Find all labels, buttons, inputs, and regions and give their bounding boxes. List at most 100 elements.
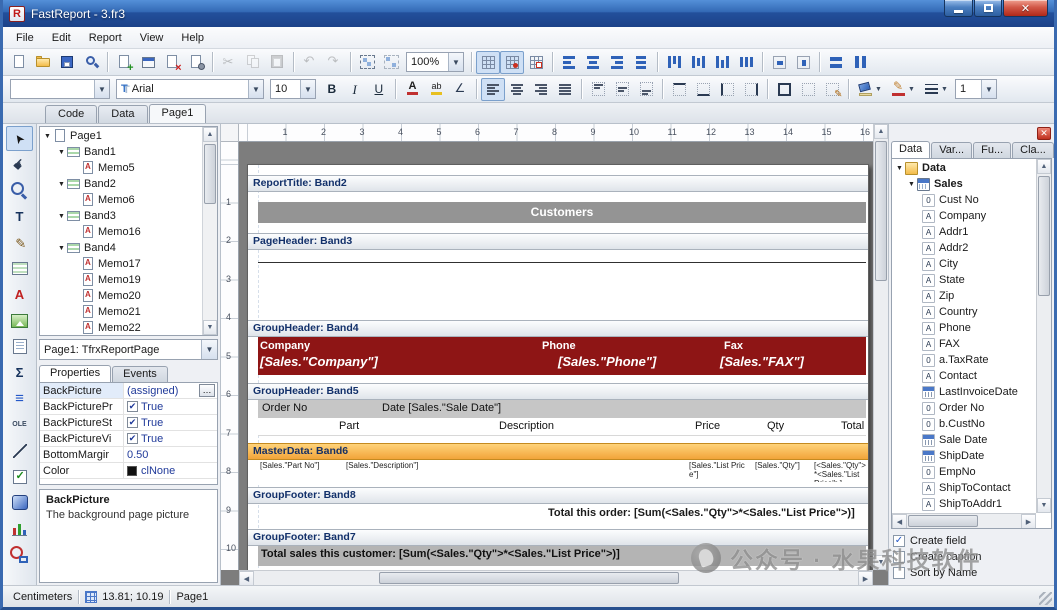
- band-header-groupfooter7[interactable]: GroupFooter: Band7: [248, 529, 868, 546]
- report-page[interactable]: ReportTitle: Band2 Customers PageHeader:…: [247, 164, 869, 570]
- data-field-contact[interactable]: Contact: [892, 368, 1036, 384]
- data-tree-vertical-scrollbar[interactable]: ▲ ▼: [1036, 159, 1051, 513]
- expand-icon[interactable]: ▼: [56, 213, 67, 220]
- richtext-object-button[interactable]: [6, 386, 33, 411]
- ole-object-button[interactable]: [6, 412, 33, 437]
- tree-node-memo20[interactable]: Memo20: [40, 288, 202, 304]
- data-field-addr2[interactable]: Addr2: [892, 240, 1036, 256]
- tree-node-memo21[interactable]: Memo21: [40, 304, 202, 320]
- scroll-right-icon[interactable]: ▶: [1021, 514, 1036, 529]
- checkbox-icon[interactable]: [893, 551, 905, 563]
- scroll-down-icon[interactable]: ▼: [203, 320, 217, 335]
- band-header-groupheader4[interactable]: GroupHeader: Band4: [248, 320, 868, 337]
- font-size-select[interactable]: 10▼: [270, 79, 316, 99]
- frame-edit-button[interactable]: [820, 78, 844, 101]
- master-data-field[interactable]: [Sales."List Price"]: [689, 461, 749, 482]
- band4-column-value[interactable]: [Sales."FAX"]: [720, 354, 804, 369]
- object-selector[interactable]: Page1: TfrxReportPage ▼: [39, 339, 218, 360]
- page-settings-button[interactable]: [184, 51, 208, 74]
- data-field-city[interactable]: City: [892, 256, 1036, 272]
- align-middle-button[interactable]: [610, 78, 634, 101]
- shape-object-button[interactable]: [6, 542, 33, 567]
- tree-node-memo22[interactable]: Memo22: [40, 320, 202, 335]
- align-bottom-edges-button[interactable]: [710, 51, 734, 74]
- expand-icon[interactable]: ▼: [894, 165, 905, 172]
- checkbox-icon[interactable]: ✓: [893, 535, 905, 547]
- tab-properties[interactable]: Properties: [39, 365, 111, 382]
- master-data-field[interactable]: [<Sales."Qty">*<Sales."List Price">]: [814, 461, 866, 482]
- expand-icon[interactable]: ▼: [56, 181, 67, 188]
- checkbox-icon[interactable]: ✔: [127, 401, 138, 412]
- align-horizontal-centers-button[interactable]: [581, 51, 605, 74]
- close-data-panel-button[interactable]: ✕: [1037, 127, 1051, 140]
- frame-style-button[interactable]: ▼: [919, 78, 952, 101]
- band-header-groupheader5[interactable]: GroupHeader: Band5: [248, 383, 868, 400]
- system-text-button[interactable]: [6, 360, 33, 385]
- checkbox-icon[interactable]: ✔: [127, 417, 138, 428]
- data-field-lastinvoicedate[interactable]: LastInvoiceDate: [892, 384, 1036, 400]
- tree-node-memo19[interactable]: Memo19: [40, 272, 202, 288]
- frame-color-button[interactable]: ▼: [886, 78, 919, 101]
- resize-grip[interactable]: [1039, 592, 1052, 605]
- data-field-country[interactable]: Country: [892, 304, 1036, 320]
- zoom-select[interactable]: 100%▼: [406, 52, 464, 72]
- expand-icon[interactable]: ▼: [42, 133, 53, 140]
- align-right-button[interactable]: [529, 78, 553, 101]
- scroll-up-icon[interactable]: ▲: [1037, 159, 1051, 174]
- option-create-field[interactable]: ✓Create field: [893, 533, 1050, 549]
- tab-code[interactable]: Code: [45, 105, 97, 123]
- band-header-reporttitle[interactable]: ReportTitle: Band2: [248, 175, 868, 192]
- zoom-tool-button[interactable]: [6, 178, 33, 203]
- horizontal-ruler[interactable]: 12345678910111213141516: [239, 124, 873, 142]
- data-field-empno[interactable]: EmpNo: [892, 464, 1036, 480]
- bold-button[interactable]: [319, 78, 343, 101]
- minimize-button[interactable]: [944, 0, 973, 17]
- property-row-bottommargir[interactable]: BottomMargir0.50: [40, 447, 217, 463]
- chevron-down-icon[interactable]: ▼: [201, 340, 217, 359]
- preview-button[interactable]: [79, 51, 103, 74]
- band-header-pageheader[interactable]: PageHeader: Band3: [248, 233, 868, 250]
- tree-node-band2[interactable]: ▼Band2: [40, 176, 202, 192]
- new-dialog-page-button[interactable]: [136, 51, 160, 74]
- tree-node-memo17[interactable]: Memo17: [40, 256, 202, 272]
- new-report-page-button[interactable]: [112, 51, 136, 74]
- design-vertical-scrollbar[interactable]: ▲ ▼: [873, 124, 888, 570]
- close-button[interactable]: ✕: [1003, 0, 1048, 17]
- ellipsis-button[interactable]: …: [199, 384, 215, 397]
- scrollbar-thumb[interactable]: [204, 144, 216, 204]
- tree-node-band4[interactable]: ▼Band4: [40, 240, 202, 256]
- space-vertically-button[interactable]: [734, 51, 758, 74]
- data-field-cust-no[interactable]: Cust No: [892, 192, 1036, 208]
- expand-icon[interactable]: ▼: [56, 149, 67, 156]
- underline-button[interactable]: [367, 78, 391, 101]
- property-row-color[interactable]: ColorclNone: [40, 463, 217, 479]
- font-color-button[interactable]: [400, 78, 424, 101]
- report-title-memo[interactable]: Customers: [258, 202, 866, 223]
- tab-var[interactable]: Var...: [931, 142, 972, 158]
- data-tree-horizontal-scrollbar[interactable]: ◀ ▶: [892, 513, 1036, 528]
- hand-tool-button[interactable]: [6, 152, 33, 177]
- scroll-down-icon[interactable]: ▼: [1037, 498, 1051, 513]
- maximize-button[interactable]: [974, 0, 1002, 17]
- scrollbar-thumb[interactable]: [1038, 176, 1050, 296]
- line-object-button[interactable]: [6, 438, 33, 463]
- group-button[interactable]: [355, 51, 379, 74]
- scroll-left-icon[interactable]: ◀: [892, 514, 907, 529]
- align-bottom-button[interactable]: [634, 78, 658, 101]
- center-vertically-button[interactable]: [791, 51, 815, 74]
- order-total-memo[interactable]: Total this order: [Sum(<Sales."Qty">*<Sa…: [258, 504, 866, 525]
- scroll-down-icon[interactable]: ▼: [874, 555, 888, 570]
- tree-node-band1[interactable]: ▼Band1: [40, 144, 202, 160]
- design-horizontal-scrollbar[interactable]: ◀ ▶: [239, 570, 873, 585]
- chevron-down-icon[interactable]: ▼: [981, 80, 996, 98]
- customer-total-memo[interactable]: Total sales this customer: [Sum(<Sales."…: [258, 546, 866, 566]
- frame-top-button[interactable]: [667, 78, 691, 101]
- data-field-shipdate[interactable]: ShipDate: [892, 448, 1036, 464]
- scrollbar-thumb[interactable]: [379, 572, 679, 584]
- gradient-object-button[interactable]: [6, 490, 33, 515]
- ungroup-button[interactable]: [379, 51, 403, 74]
- data-field-sale-date[interactable]: Sale Date: [892, 432, 1036, 448]
- master-data-field[interactable]: [Sales."Description"]: [346, 461, 506, 482]
- align-top-button[interactable]: [586, 78, 610, 101]
- titlebar[interactable]: R FastReport - 3.fr3 ✕: [3, 0, 1054, 27]
